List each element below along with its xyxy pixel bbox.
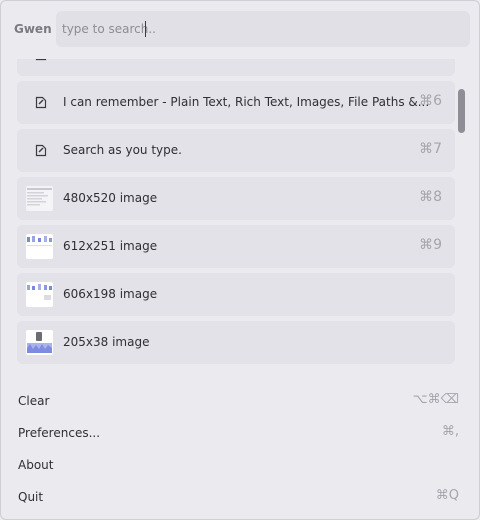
- menu-item-label: Preferences...: [18, 426, 101, 440]
- clipboard-item[interactable]: Search as you type. ⌘7: [17, 129, 455, 172]
- menu-item-label: Clear: [18, 394, 50, 408]
- clipboard-item[interactable]: 606x198 image: [17, 273, 455, 316]
- clipboard-item-shortcut: ⌘6: [419, 93, 442, 109]
- image-thumbnail: [26, 330, 53, 355]
- clipboard-item-shortcut: ⌘9: [419, 237, 442, 253]
- clipboard-item-label: 480x520 image: [63, 191, 158, 205]
- header: Gwen: [13, 11, 470, 47]
- menu-item-label: About: [18, 458, 54, 472]
- clipboard-item[interactable]: 612x251 image ⌘9: [17, 225, 455, 268]
- app-menu: Clear ⌥⌘⌫ Preferences... ⌘, About Quit ⌘…: [1, 385, 480, 513]
- clipboard-item-shortcut: ⌘5: [419, 59, 442, 61]
- search-input[interactable]: [62, 20, 442, 38]
- clipboard-item-label: Search as you type.: [63, 143, 182, 157]
- menu-item-shortcut: ⌥⌘⌫: [412, 392, 459, 407]
- image-thumbnail: [26, 282, 53, 307]
- clipboard-item-shortcut: ⌘7: [419, 141, 442, 157]
- search-box[interactable]: [56, 11, 470, 47]
- text-document-icon: [35, 96, 47, 109]
- clipboard-item[interactable]: 205x38 image: [17, 321, 455, 364]
- menu-item-label: Quit: [18, 490, 44, 504]
- clipboard-item[interactable]: 480x520 image ⌘8: [17, 177, 455, 220]
- menu-item-quit[interactable]: Quit ⌘Q: [1, 481, 480, 513]
- clipboard-history-list[interactable]: … ⌘5 I can remember - Plain Text, Rich T…: [17, 59, 455, 365]
- text-document-icon: [35, 144, 47, 157]
- clipboard-item-label: 612x251 image: [63, 239, 158, 253]
- text-caret: [145, 21, 146, 37]
- scrollbar-thumb[interactable]: [458, 89, 465, 133]
- clipboard-item-label: I can remember - Plain Text, Rich Text, …: [63, 95, 430, 109]
- clipboard-item[interactable]: … ⌘5: [17, 59, 455, 76]
- menu-item-preferences[interactable]: Preferences... ⌘,: [1, 417, 480, 449]
- image-thumbnail: [26, 234, 53, 259]
- app-name: Gwen: [14, 22, 52, 36]
- clipboard-item-label: 606x198 image: [63, 287, 158, 301]
- clipboard-item-label: …: [63, 59, 75, 61]
- image-thumbnail: [26, 186, 53, 211]
- clipboard-item-shortcut: ⌘8: [419, 189, 442, 205]
- menu-item-clear[interactable]: Clear ⌥⌘⌫: [1, 385, 480, 417]
- menu-item-shortcut: ⌘Q: [435, 488, 459, 503]
- clipboard-window: Gwen … ⌘5 I can remember - Plain Text: [0, 0, 480, 520]
- clipboard-item-label: 205x38 image: [63, 335, 150, 349]
- menu-item-shortcut: ⌘,: [441, 424, 459, 439]
- text-document-icon: [35, 59, 47, 61]
- clipboard-item[interactable]: I can remember - Plain Text, Rich Text, …: [17, 81, 455, 124]
- menu-item-about[interactable]: About: [1, 449, 480, 481]
